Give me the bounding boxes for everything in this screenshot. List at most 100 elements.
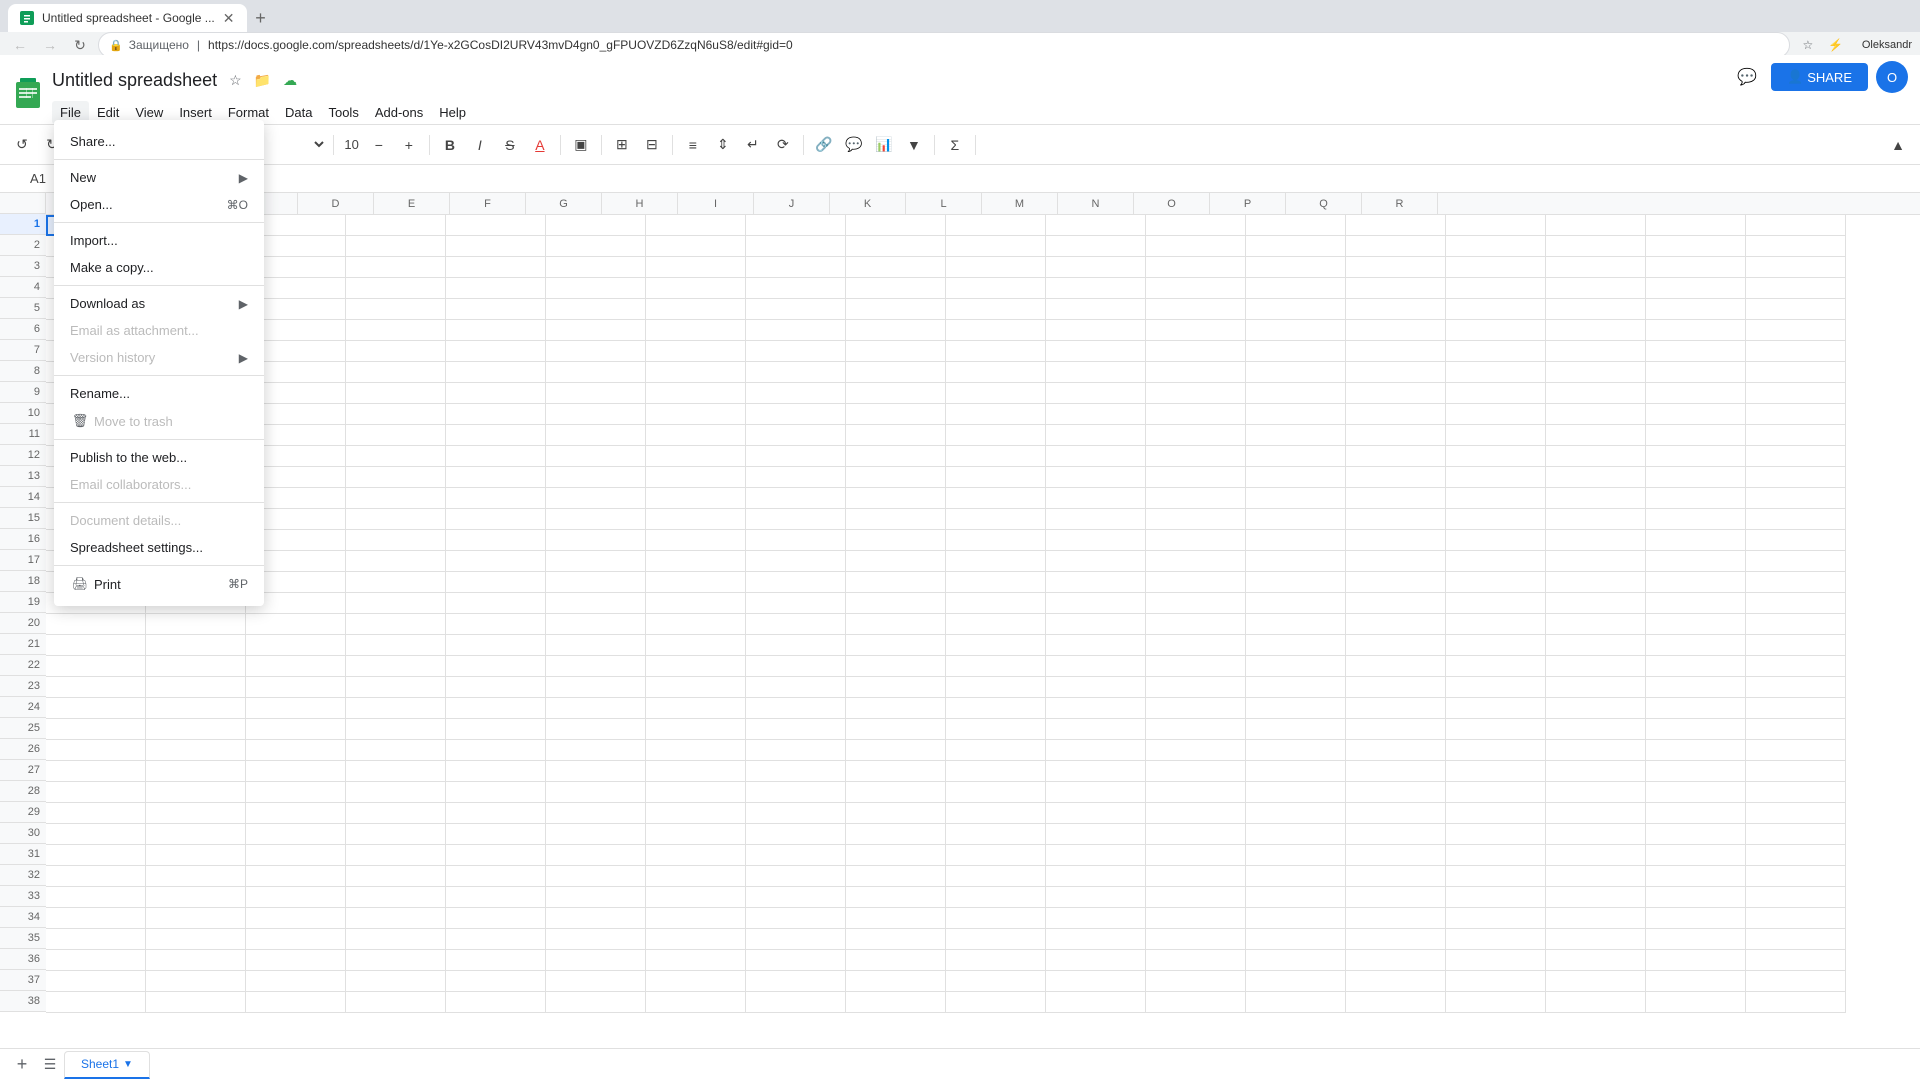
cell-L12[interactable]	[1146, 446, 1246, 467]
cell-D1[interactable]	[346, 215, 446, 236]
cell-N9[interactable]	[1346, 383, 1446, 404]
cell-D12[interactable]	[346, 446, 446, 467]
menu-help[interactable]: Help	[431, 101, 474, 124]
cell-O13[interactable]	[1446, 467, 1546, 488]
cell-M20[interactable]	[1246, 614, 1346, 635]
cell-D33[interactable]	[346, 887, 446, 908]
cell-R4[interactable]	[1746, 278, 1846, 299]
cell-C34[interactable]	[246, 908, 346, 929]
text-wrap-button[interactable]: ↵	[739, 131, 767, 159]
cell-M2[interactable]	[1246, 236, 1346, 257]
cell-P15[interactable]	[1546, 509, 1646, 530]
cell-D30[interactable]	[346, 824, 446, 845]
cell-O4[interactable]	[1446, 278, 1546, 299]
cell-Q19[interactable]	[1646, 593, 1746, 614]
cell-M24[interactable]	[1246, 698, 1346, 719]
cell-O35[interactable]	[1446, 929, 1546, 950]
cell-P1[interactable]	[1546, 215, 1646, 236]
cell-N16[interactable]	[1346, 530, 1446, 551]
cell-F38[interactable]	[546, 992, 646, 1013]
cell-E11[interactable]	[446, 425, 546, 446]
font-size-display[interactable]: 10	[340, 137, 362, 152]
cell-O6[interactable]	[1446, 320, 1546, 341]
cell-C26[interactable]	[246, 740, 346, 761]
cell-O36[interactable]	[1446, 950, 1546, 971]
cell-L11[interactable]	[1146, 425, 1246, 446]
cell-O9[interactable]	[1446, 383, 1546, 404]
cell-L9[interactable]	[1146, 383, 1246, 404]
cell-R24[interactable]	[1746, 698, 1846, 719]
cell-G26[interactable]	[646, 740, 746, 761]
cell-Q25[interactable]	[1646, 719, 1746, 740]
cell-J16[interactable]	[946, 530, 1046, 551]
cell-O10[interactable]	[1446, 404, 1546, 425]
col-header-H[interactable]: H	[602, 193, 678, 214]
cell-O38[interactable]	[1446, 992, 1546, 1013]
cell-L4[interactable]	[1146, 278, 1246, 299]
cell-P37[interactable]	[1546, 971, 1646, 992]
cell-P2[interactable]	[1546, 236, 1646, 257]
cell-L20[interactable]	[1146, 614, 1246, 635]
cell-I9[interactable]	[846, 383, 946, 404]
cell-N30[interactable]	[1346, 824, 1446, 845]
cell-K12[interactable]	[1046, 446, 1146, 467]
cell-Q22[interactable]	[1646, 656, 1746, 677]
cell-G12[interactable]	[646, 446, 746, 467]
cell-F21[interactable]	[546, 635, 646, 656]
align-left-button[interactable]: ≡	[679, 131, 707, 159]
cell-J32[interactable]	[946, 866, 1046, 887]
cell-D13[interactable]	[346, 467, 446, 488]
cell-P5[interactable]	[1546, 299, 1646, 320]
cell-Q8[interactable]	[1646, 362, 1746, 383]
cell-J23[interactable]	[946, 677, 1046, 698]
cell-H15[interactable]	[746, 509, 846, 530]
cell-I2[interactable]	[846, 236, 946, 257]
cell-Q18[interactable]	[1646, 572, 1746, 593]
cell-P6[interactable]	[1546, 320, 1646, 341]
collapse-toolbar-button[interactable]: ▲	[1884, 131, 1912, 159]
cell-E36[interactable]	[446, 950, 546, 971]
cell-B31[interactable]	[146, 845, 246, 866]
cell-I15[interactable]	[846, 509, 946, 530]
cell-I11[interactable]	[846, 425, 946, 446]
cell-E7[interactable]	[446, 341, 546, 362]
cell-D36[interactable]	[346, 950, 446, 971]
cell-E12[interactable]	[446, 446, 546, 467]
cell-K35[interactable]	[1046, 929, 1146, 950]
cell-J8[interactable]	[946, 362, 1046, 383]
file-menu-publish[interactable]: Publish to the web...	[54, 444, 264, 471]
cell-P9[interactable]	[1546, 383, 1646, 404]
cell-G31[interactable]	[646, 845, 746, 866]
cell-P30[interactable]	[1546, 824, 1646, 845]
cell-M14[interactable]	[1246, 488, 1346, 509]
cell-J12[interactable]	[946, 446, 1046, 467]
cell-O8[interactable]	[1446, 362, 1546, 383]
cell-G27[interactable]	[646, 761, 746, 782]
cell-B38[interactable]	[146, 992, 246, 1013]
cell-I21[interactable]	[846, 635, 946, 656]
cell-O37[interactable]	[1446, 971, 1546, 992]
col-header-I[interactable]: I	[678, 193, 754, 214]
tab-close-btn[interactable]: ✕	[223, 10, 235, 27]
cell-N5[interactable]	[1346, 299, 1446, 320]
cell-F31[interactable]	[546, 845, 646, 866]
cell-E5[interactable]	[446, 299, 546, 320]
cell-R15[interactable]	[1746, 509, 1846, 530]
cell-H3[interactable]	[746, 257, 846, 278]
cell-H13[interactable]	[746, 467, 846, 488]
cell-P14[interactable]	[1546, 488, 1646, 509]
cell-N4[interactable]	[1346, 278, 1446, 299]
cell-Q38[interactable]	[1646, 992, 1746, 1013]
cell-J20[interactable]	[946, 614, 1046, 635]
cell-L18[interactable]	[1146, 572, 1246, 593]
cell-G30[interactable]	[646, 824, 746, 845]
cell-H19[interactable]	[746, 593, 846, 614]
bookmark-btn[interactable]: ☆	[1796, 33, 1820, 57]
cell-I3[interactable]	[846, 257, 946, 278]
cell-D11[interactable]	[346, 425, 446, 446]
cell-N34[interactable]	[1346, 908, 1446, 929]
cell-I17[interactable]	[846, 551, 946, 572]
cell-K5[interactable]	[1046, 299, 1146, 320]
cell-J25[interactable]	[946, 719, 1046, 740]
cell-E20[interactable]	[446, 614, 546, 635]
